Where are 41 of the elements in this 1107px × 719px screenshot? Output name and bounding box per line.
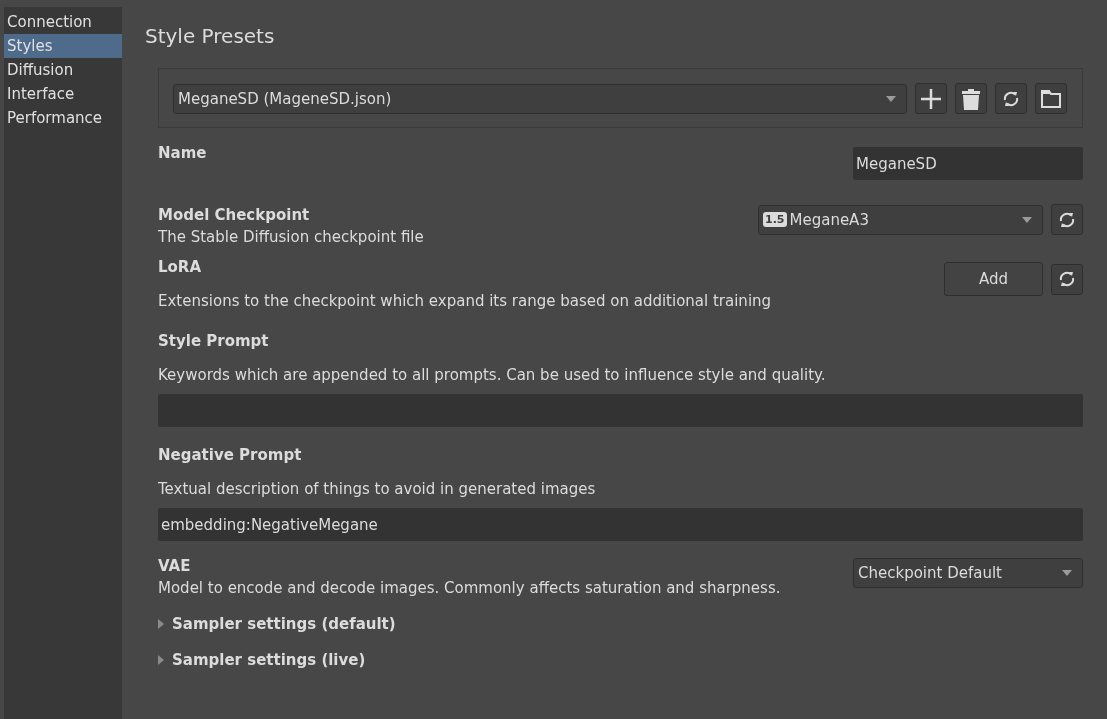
name-field[interactable]: MeganeSD <box>853 147 1083 180</box>
version-badge: 1.5 <box>763 212 787 227</box>
field-label: Style Prompt <box>158 331 270 352</box>
vae-dropdown[interactable]: Checkpoint Default <box>853 558 1083 588</box>
field-description: Model to encode and decode images. Commonly affects saturation and sharpness. <box>158 578 782 599</box>
caret-icon <box>1022 216 1032 223</box>
refresh-icon <box>1057 269 1077 289</box>
refresh-button[interactable] <box>995 83 1027 114</box>
refresh-button[interactable] <box>1051 204 1083 235</box>
preset-dropdown[interactable]: MeganeSD (MageneSD.json) <box>173 83 907 114</box>
field-label: Model Checkpoint <box>158 205 311 226</box>
field-label: LoRA <box>158 257 203 278</box>
sidebar-item[interactable]: Styles <box>4 34 122 58</box>
folder-icon <box>1041 89 1061 108</box>
negative-prompt-field[interactable]: embedding:NegativeMegane <box>158 508 1083 541</box>
field-label: VAE <box>158 556 192 577</box>
field-label: Negative Prompt <box>158 445 303 466</box>
field-description: Textual description of things to avoid in generated images <box>158 479 597 500</box>
collapsible-section[interactable]: Sampler settings (live) <box>158 649 1083 671</box>
field-label: Name <box>158 143 208 164</box>
folder-button[interactable] <box>1035 83 1067 114</box>
caret-icon <box>1062 570 1072 576</box>
add-button[interactable]: Add <box>944 262 1043 296</box>
sidebar-item[interactable]: Performance <box>4 106 122 130</box>
sidebar-item[interactable]: Connection <box>4 10 122 34</box>
caret-icon <box>886 95 896 102</box>
add-button[interactable] <box>915 83 947 114</box>
refresh-button[interactable] <box>1051 263 1083 295</box>
sidebar-item[interactable]: Interface <box>4 82 122 106</box>
sidebar-item[interactable]: Diffusion <box>4 58 122 82</box>
collapsible-section[interactable]: Sampler settings (default) <box>158 613 1083 635</box>
section-label: Sampler settings (default) <box>172 615 396 633</box>
delete-button[interactable] <box>955 83 987 114</box>
section-label: Sampler settings (live) <box>172 651 366 669</box>
page-title: Style Presets <box>145 24 276 48</box>
plus-icon <box>920 87 942 110</box>
checkpoint-dropdown[interactable]: 1.5 MeganeA3 <box>758 204 1043 235</box>
field-description: The Stable Diffusion checkpoint file <box>158 227 425 248</box>
field-description: Keywords which are appended to all prompts. Can be used to influence style and quality. <box>158 365 827 386</box>
trash-icon <box>962 87 980 110</box>
field-description: Extensions to the checkpoint which expand its range based on additional training <box>158 291 773 312</box>
